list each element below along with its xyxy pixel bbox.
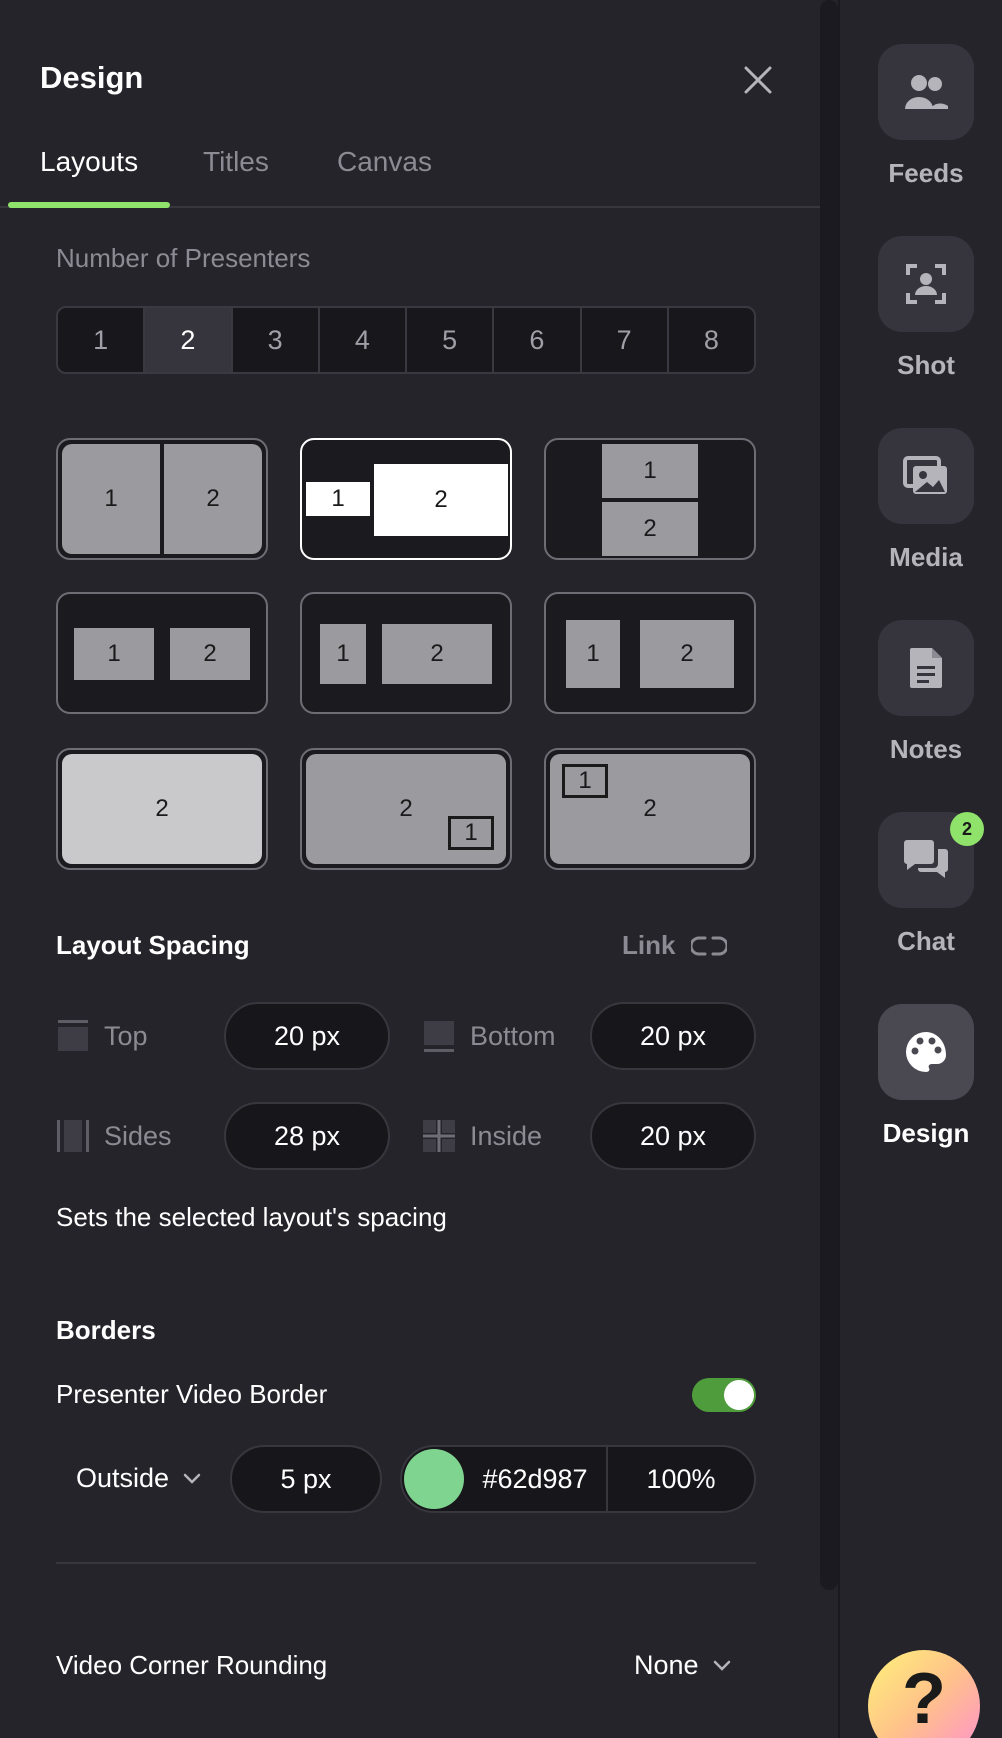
border-position-value: Outside xyxy=(76,1463,170,1493)
layout-tile: 2 xyxy=(62,754,262,864)
portrait-frame-icon xyxy=(906,264,946,304)
layout-tile: 1 xyxy=(562,764,608,798)
layout-tile: 1 xyxy=(74,628,154,680)
corner-rounding-label: Video Corner Rounding xyxy=(56,1650,328,1680)
layout-tile: 1 xyxy=(62,444,160,554)
layout-tile: 1 xyxy=(448,816,494,850)
section-divider xyxy=(56,1562,756,1564)
link-spacing-toggle[interactable]: Link xyxy=(622,930,728,961)
spacing-help-text: Sets the selected layout's spacing xyxy=(56,1202,447,1232)
layout-option-stacked[interactable]: 1 2 xyxy=(544,438,756,560)
border-opacity-input[interactable]: 100% xyxy=(606,1447,754,1511)
presenter-option-6[interactable]: 6 xyxy=(494,308,582,372)
bottom-label: Bottom xyxy=(470,1021,556,1051)
rail-divider xyxy=(838,0,840,1738)
presenter-option-2[interactable]: 2 xyxy=(145,308,233,372)
close-icon[interactable] xyxy=(740,62,776,98)
layout-option-side-by-side[interactable]: 1 2 xyxy=(56,592,268,714)
video-border-toggle[interactable] xyxy=(692,1378,756,1412)
tab-bar: Layouts Titles Canvas xyxy=(0,140,820,208)
chat-bubbles-icon xyxy=(904,840,948,878)
design-panel: Design Layouts Titles Canvas Number of P… xyxy=(0,0,820,1738)
color-swatch[interactable] xyxy=(404,1449,464,1509)
layout-tile: 2 xyxy=(640,620,734,688)
presenter-option-8[interactable]: 8 xyxy=(669,308,754,372)
rail-feeds-label[interactable]: Feeds xyxy=(860,158,992,189)
chevron-down-icon xyxy=(713,1660,730,1671)
presenter-option-5[interactable]: 5 xyxy=(407,308,495,372)
layout-tile: 1 xyxy=(602,444,698,498)
document-icon xyxy=(910,648,942,688)
help-button[interactable]: ? xyxy=(868,1650,980,1738)
sides-spacing-input[interactable]: 28 px xyxy=(224,1102,390,1170)
sides-label: Sides xyxy=(104,1121,172,1151)
rail-notes-button[interactable] xyxy=(878,620,974,716)
rail-shot-button[interactable] xyxy=(878,236,974,332)
panel-scrollbar[interactable] xyxy=(820,0,838,1590)
toggle-knob xyxy=(724,1380,754,1410)
border-color-hex[interactable]: #62d987 xyxy=(464,1464,606,1495)
inside-spacing-icon xyxy=(423,1120,455,1152)
layout-option-split[interactable]: 1 2 xyxy=(56,438,268,560)
rail-feeds-button[interactable] xyxy=(878,44,974,140)
rail-chat-label[interactable]: Chat xyxy=(860,926,992,957)
tab-layouts[interactable]: Layouts xyxy=(40,146,138,178)
inside-label: Inside xyxy=(470,1121,543,1151)
layout-spacing-heading: Layout Spacing xyxy=(56,930,250,960)
rail-design-button[interactable] xyxy=(878,1004,974,1100)
video-border-label: Presenter Video Border xyxy=(56,1379,328,1409)
inside-spacing-input[interactable]: 20 px xyxy=(590,1102,756,1170)
palette-icon xyxy=(906,1032,946,1072)
tab-canvas[interactable]: Canvas xyxy=(337,146,432,178)
border-width-input[interactable]: 5 px xyxy=(230,1445,382,1513)
layout-option-small-large[interactable]: 1 2 xyxy=(300,438,512,560)
bottom-spacing-icon xyxy=(424,1021,454,1052)
borders-heading: Borders xyxy=(56,1315,156,1345)
layout-tile: 2 xyxy=(382,624,492,684)
sides-spacing-icon xyxy=(57,1120,89,1152)
rail-media-label[interactable]: Media xyxy=(860,542,992,573)
layout-tile: 1 xyxy=(566,620,620,688)
link-label: Link xyxy=(622,930,676,960)
border-color-picker: #62d987 100% xyxy=(400,1445,756,1513)
top-spacing-icon xyxy=(58,1020,88,1051)
top-spacing-input[interactable]: 20 px xyxy=(224,1002,390,1070)
corner-rounding-select[interactable]: None xyxy=(634,1650,731,1681)
active-tab-indicator xyxy=(8,202,170,208)
presenters-label: Number of Presenters xyxy=(56,243,311,273)
layout-tile: 1 xyxy=(306,482,370,516)
corner-rounding-value: None xyxy=(634,1650,699,1680)
layout-option-narrow-wide[interactable]: 1 2 xyxy=(300,592,512,714)
rail-design-label[interactable]: Design xyxy=(860,1118,992,1149)
presenter-option-3[interactable]: 3 xyxy=(233,308,320,372)
rail-shot-label[interactable]: Shot xyxy=(860,350,992,381)
presenter-option-7[interactable]: 7 xyxy=(582,308,669,372)
presenter-option-4[interactable]: 4 xyxy=(320,308,407,372)
chevron-down-icon xyxy=(183,1473,201,1484)
people-icon xyxy=(905,75,948,109)
panel-title: Design xyxy=(40,60,144,95)
layout-tile: 2 xyxy=(374,464,508,536)
layout-option-fullscreen[interactable]: 2 xyxy=(56,748,268,870)
layout-tile: 2 xyxy=(602,502,698,556)
tab-titles[interactable]: Titles xyxy=(203,146,269,178)
images-icon xyxy=(903,456,947,494)
bottom-spacing-input[interactable]: 20 px xyxy=(590,1002,756,1070)
rail-media-button[interactable] xyxy=(878,428,974,524)
layout-option-portrait-wide[interactable]: 1 2 xyxy=(544,592,756,714)
chat-unread-badge: 2 xyxy=(950,812,984,846)
presenter-option-1[interactable]: 1 xyxy=(58,308,146,372)
border-position-select[interactable]: Outside xyxy=(76,1463,201,1494)
rail-notes-label[interactable]: Notes xyxy=(860,734,992,765)
presenter-count-selector: 1 2 3 4 5 6 7 8 xyxy=(56,306,756,374)
layout-tile: 2 xyxy=(164,444,262,554)
layout-tile: 1 xyxy=(320,624,366,684)
layout-option-pip-bottom-right[interactable]: 2 1 xyxy=(300,748,512,870)
top-label: Top xyxy=(104,1021,148,1051)
layout-option-pip-top-left[interactable]: 2 1 xyxy=(544,748,756,870)
layout-tile: 2 xyxy=(170,628,250,680)
unlink-icon xyxy=(691,936,728,955)
